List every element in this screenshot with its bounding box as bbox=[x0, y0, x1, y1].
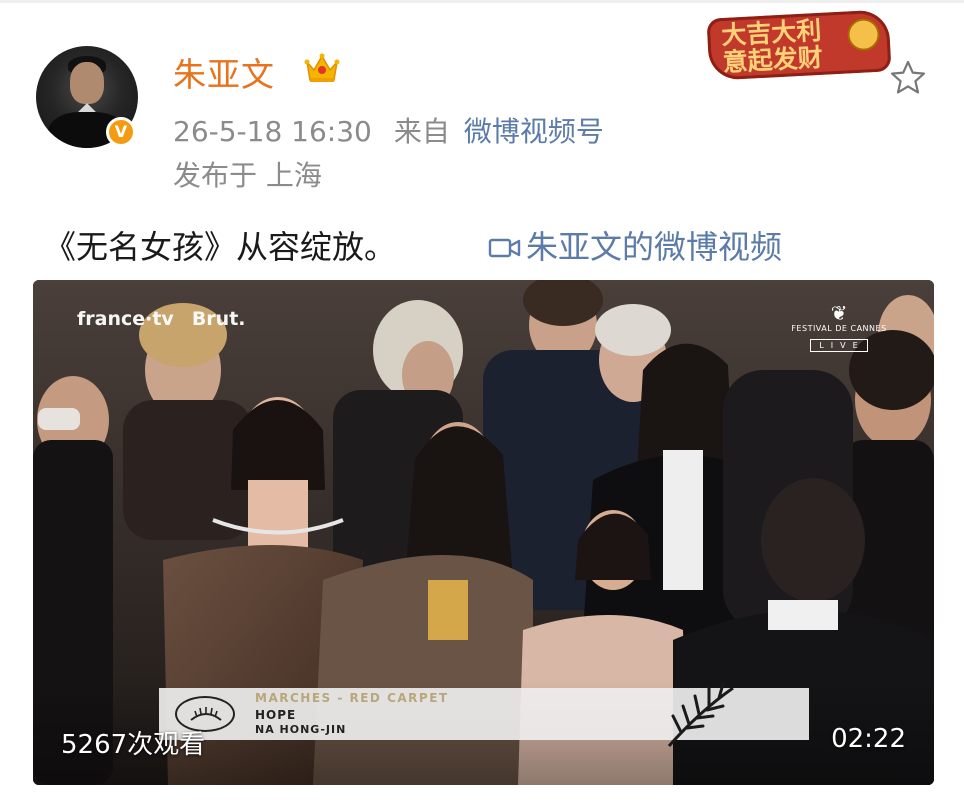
lucky-sticker: 大吉大利意起发财 bbox=[706, 9, 892, 81]
france-tv-logo: france·tv bbox=[77, 308, 174, 330]
post-timestamp: 26-5-18 16:30 bbox=[173, 115, 372, 148]
author-name[interactable]: 朱亚文 bbox=[173, 48, 275, 96]
festival-name: FESTIVAL DE CANNES bbox=[791, 324, 887, 333]
from-label: 来自 bbox=[393, 115, 450, 148]
post-source[interactable]: 微博视频号 bbox=[464, 115, 604, 148]
post-text: 《无名女孩》从容绽放。 bbox=[44, 228, 397, 266]
film-director: NA HONG-JIN bbox=[255, 723, 347, 736]
palm-icon: ❦ bbox=[830, 301, 848, 325]
broadcaster-watermark: france·tv Brut. bbox=[77, 308, 246, 330]
avatar-face bbox=[70, 62, 104, 104]
post-location: 发布于 上海 bbox=[173, 159, 322, 192]
video-link[interactable]: 朱亚文的微博视频 bbox=[488, 222, 782, 268]
brut-logo: Brut. bbox=[191, 308, 246, 330]
crown-icon bbox=[304, 53, 340, 82]
lower-third-banner: MARCHES - RED CARPET HOPE NA HONG-JIN bbox=[159, 682, 809, 747]
film-title: HOPE bbox=[255, 708, 297, 722]
lower-third-tag: MARCHES - RED CARPET bbox=[255, 691, 449, 705]
cannes-live-logo: ❦ FESTIVAL DE CANNES LIVE bbox=[789, 302, 889, 352]
video-player[interactable]: france·tv Brut. ❦ FESTIVAL DE CANNES LIVE… bbox=[33, 280, 934, 785]
post-meta: 26-5-18 16:30 来自 微博视频号 bbox=[173, 110, 604, 150]
video-camera-icon bbox=[488, 238, 521, 258]
view-count: 5267次观看 bbox=[61, 730, 206, 760]
favorite-star-icon[interactable] bbox=[888, 58, 928, 98]
video-link-label: 朱亚文的微博视频 bbox=[526, 228, 783, 266]
palm-branch-icon bbox=[667, 682, 734, 747]
sticker-text: 大吉大利意起发财 bbox=[720, 15, 824, 77]
verified-v-icon: V bbox=[106, 117, 136, 147]
top-divider bbox=[0, 0, 964, 3]
coin-icon bbox=[846, 17, 881, 52]
live-label: LIVE bbox=[810, 339, 868, 352]
video-duration: 02:22 bbox=[831, 724, 906, 754]
